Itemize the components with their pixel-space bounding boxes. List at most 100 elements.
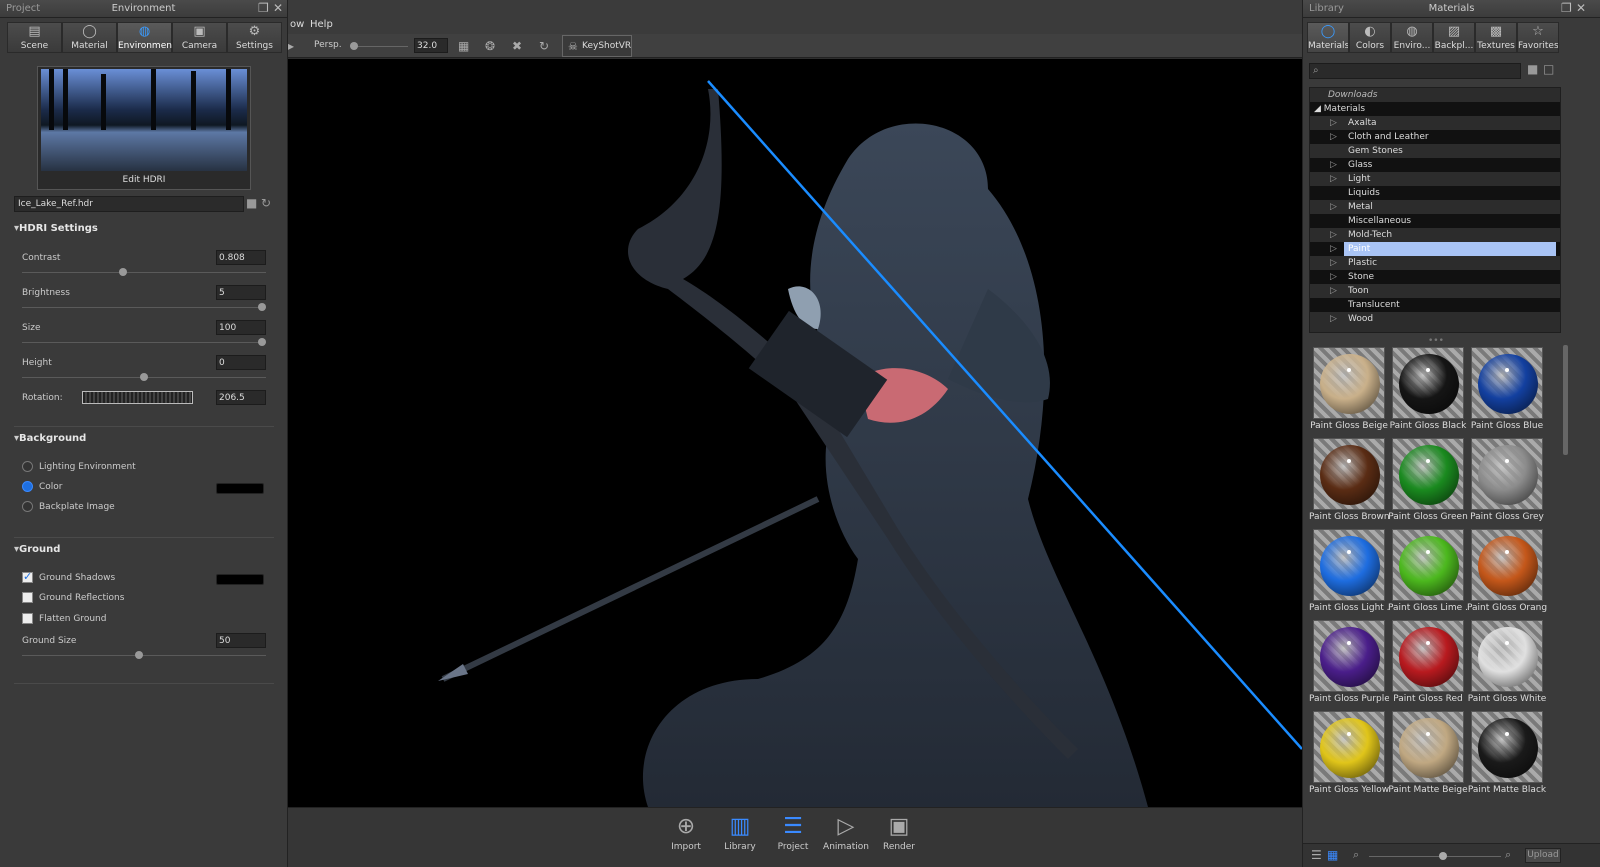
tab-colors[interactable]: ◐ Colors [1349,22,1391,53]
undock-icon[interactable]: ❐ [258,1,269,15]
ground-size-slider[interactable] [22,651,266,659]
backplate-image-radio[interactable] [22,501,33,512]
hdri-file-field[interactable]: Ice_Lake_Ref.hdr [14,196,244,212]
new-folder-icon[interactable]: □ [1543,62,1554,76]
material-thumbnail[interactable]: Paint Gloss Blue [1467,345,1545,435]
render-viewport[interactable] [288,59,1302,807]
brightness-slider[interactable] [22,303,266,311]
brightness-slider-knob[interactable] [258,303,266,311]
upload-button[interactable]: Upload [1525,848,1561,863]
expand-arrow-icon[interactable]: ▷ [1330,284,1344,298]
tree-item[interactable]: Translucent [1310,298,1560,312]
lighting-environment-radio[interactable] [22,461,33,472]
fov-input[interactable]: 32.0 [414,38,448,53]
flatten-ground-checkbox[interactable] [22,613,33,624]
tree-item[interactable]: ▷ Paint [1310,242,1560,256]
list-view-icon[interactable]: ☰ [1311,848,1322,862]
keyshotvr-button[interactable]: ☠ KeyShotVR [562,35,632,57]
expand-arrow-icon[interactable]: ▷ [1330,256,1344,270]
expand-arrow-icon[interactable]: ▷ [1330,172,1344,186]
tree-item[interactable]: ▷ Axalta [1310,116,1560,130]
material-thumbnail[interactable]: Paint Gloss Grey [1467,436,1545,526]
ground-size-input[interactable]: 50 [216,633,266,648]
tab-camera[interactable]: ▣ Camera [172,22,227,53]
contrast-slider[interactable] [22,268,266,276]
ground-shadow-color-swatch[interactable] [216,574,264,585]
tree-item[interactable]: ▷ Cloth and Leather [1310,130,1560,144]
expand-arrow-icon[interactable]: ▷ [1330,312,1344,326]
rotation-input[interactable]: 206.5 [216,390,266,405]
ground-size-slider-knob[interactable] [135,651,144,659]
fov-slider[interactable] [350,42,408,50]
render-button[interactable]: ▣ Render [873,812,925,852]
expand-arrow-icon[interactable]: ▷ [1330,242,1344,256]
hdri-settings-header[interactable]: HDRI Settings [14,223,98,234]
contrast-slider-knob[interactable] [118,268,127,276]
expand-arrow-icon[interactable]: ▷ [1330,158,1344,172]
tree-root-materials[interactable]: ◢ Materials [1310,102,1560,116]
expand-arrow-icon[interactable]: ▷ [1330,130,1344,144]
material-thumbnail[interactable]: Paint Gloss Beige [1309,345,1388,435]
contrast-input[interactable]: 0.808 [216,250,266,265]
tree-item[interactable]: ▷ Plastic [1310,256,1560,270]
expand-arrow-icon[interactable]: ▷ [1330,116,1344,130]
size-slider[interactable] [22,338,266,346]
material-thumbnail[interactable]: Paint Matte Black [1467,709,1546,799]
zoom-out-icon[interactable]: ⌕ [1353,848,1359,862]
tab-materials[interactable]: ◯ Materials [1307,22,1349,53]
background-header[interactable]: Background [14,433,86,444]
animation-button[interactable]: ▷ Animation [820,812,872,852]
expand-arrow-icon[interactable]: ▷ [1330,270,1344,284]
refresh-icon[interactable]: ↻ [261,196,271,210]
zoom-in-icon[interactable]: ⌕ [1505,848,1511,862]
tree-item[interactable]: ▷ Wood [1310,312,1560,326]
transform-icon[interactable]: ✖ [512,39,522,53]
tree-item[interactable]: Miscellaneous [1310,214,1560,228]
height-slider-knob[interactable] [140,373,148,381]
tab-environments[interactable]: ◍ Enviro... [1391,22,1433,53]
ground-shadows-checkbox[interactable] [22,570,33,583]
tree-item[interactable]: ▷ Mold-Tech [1310,228,1560,242]
tab-favorites[interactable]: ☆ Favorites [1517,22,1559,53]
ground-reflections-checkbox[interactable] [22,592,33,603]
material-thumbnail[interactable]: Paint Gloss Yellow [1309,709,1389,799]
material-thumbnail[interactable]: Paint Gloss Brown [1309,436,1389,526]
tree-downloads[interactable]: Downloads [1310,88,1560,102]
menu-help[interactable]: Help [310,19,333,30]
wheel-icon[interactable]: ❂ [485,39,495,53]
rotation-dial[interactable] [82,391,193,404]
fov-slider-knob[interactable] [350,42,358,50]
tree-item[interactable]: ▷ Stone [1310,270,1560,284]
expand-arrow-icon[interactable]: ▷ [1330,200,1344,214]
tab-textures[interactable]: ▩ Textures [1475,22,1517,53]
folder-icon[interactable]: ■ [246,196,257,210]
grid-icon[interactable]: ▦ [458,39,469,53]
material-thumbnail[interactable]: Paint Gloss Lime ... [1388,527,1468,617]
expand-arrow-icon[interactable]: ▷ [1330,228,1344,242]
import-button[interactable]: ⊕ Import [660,812,712,852]
background-color-swatch[interactable] [216,483,264,494]
menu-window[interactable]: ow [290,19,304,30]
ground-header[interactable]: Ground [14,544,60,555]
tree-item[interactable]: Gem Stones [1310,144,1560,158]
project-button[interactable]: ☰ Project [767,812,819,852]
material-thumbnail[interactable]: Paint Gloss Orange [1467,527,1547,617]
size-slider-knob[interactable] [258,338,266,346]
tab-backplates[interactable]: ▨ Backpl... [1433,22,1475,53]
library-button[interactable]: ▥ Library [714,812,766,852]
brightness-input[interactable]: 5 [216,285,266,300]
tree-item[interactable]: ▷ Toon [1310,284,1560,298]
library-search-input[interactable]: ⌕ [1309,63,1521,79]
tab-scene[interactable]: ▤ Scene [7,22,62,53]
height-slider[interactable] [22,373,266,381]
material-thumbnail[interactable]: Paint Gloss White [1467,618,1546,708]
close-icon[interactable]: ✕ [1576,1,1586,15]
close-icon[interactable]: ✕ [273,1,283,15]
thumbnail-size-knob[interactable] [1439,852,1447,860]
grid-view-icon[interactable]: ▦ [1327,848,1338,862]
tree-item[interactable]: ▷ Metal [1310,200,1560,214]
material-thumbnail[interactable]: Paint Gloss Green [1388,436,1468,526]
material-thumbnail[interactable]: Paint Gloss Light ... [1309,527,1389,617]
undock-icon[interactable]: ❐ [1561,1,1572,15]
tree-item[interactable]: ▷ Light [1310,172,1560,186]
